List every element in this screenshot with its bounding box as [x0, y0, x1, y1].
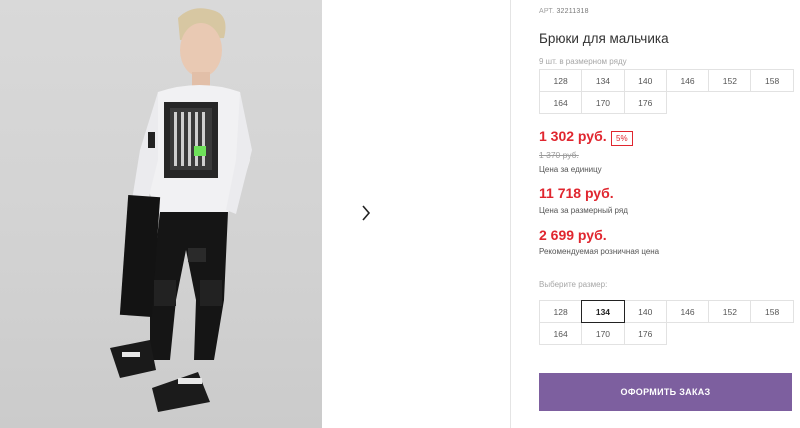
unit-price: 1 302 руб.	[539, 128, 607, 144]
size-row-cell: 152	[708, 69, 752, 92]
size-option[interactable]: 128	[539, 300, 583, 323]
old-price: 1 370 руб.	[539, 150, 579, 160]
retail-price: 2 699 руб.	[539, 227, 607, 243]
article-label: АРТ.	[539, 8, 555, 15]
size-row-cell: 164	[539, 91, 583, 114]
size-option[interactable]: 146	[665, 300, 710, 323]
product-photo[interactable]	[0, 0, 322, 428]
size-row-hint: 9 шт. в размерном ряду	[539, 57, 627, 66]
product-gallery	[0, 0, 510, 428]
size-option[interactable]: 158	[750, 300, 794, 323]
row-price-note: Цена за размерный ряд	[539, 206, 628, 215]
retail-price-note: Рекомендуемая розничная цена	[539, 247, 660, 256]
next-image-button[interactable]	[347, 194, 385, 232]
size-row-cell: 128	[539, 69, 583, 92]
row-price: 11 718 руб.	[539, 185, 614, 201]
size-row-cell: 146	[665, 69, 710, 92]
size-option[interactable]: 152	[708, 300, 752, 323]
divider	[510, 0, 511, 428]
product-title: Брюки для мальчика	[539, 31, 669, 46]
size-picker-label: Выберите размер:	[539, 280, 608, 289]
size-option[interactable]: 170	[581, 322, 625, 345]
place-order-button[interactable]: ОФОРМИТЬ ЗАКАЗ	[539, 373, 792, 411]
size-row-cell: 140	[623, 69, 667, 92]
discount-badge: 5%	[611, 131, 633, 146]
article-value: 32211318	[556, 8, 589, 15]
size-row-grid: 128 134 140 146 152 158 164 170 176	[539, 69, 794, 114]
product-photo-illustration	[110, 8, 252, 412]
size-option[interactable]: 164	[539, 322, 583, 345]
size-option[interactable]: 140	[623, 300, 667, 323]
unit-price-note: Цена за единицу	[539, 165, 602, 174]
size-row-cell: 158	[750, 69, 794, 92]
chevron-right-icon	[362, 205, 371, 221]
size-option-selected[interactable]: 134	[581, 300, 625, 323]
size-row-cell: 170	[581, 91, 625, 114]
size-picker-grid: 128 134 140 146 152 158 164 170 176	[539, 300, 794, 345]
size-row-cell: 176	[623, 91, 667, 114]
size-row-cell: 134	[581, 69, 625, 92]
size-option[interactable]: 176	[623, 322, 667, 345]
article-number: АРТ. 32211318	[539, 8, 589, 15]
